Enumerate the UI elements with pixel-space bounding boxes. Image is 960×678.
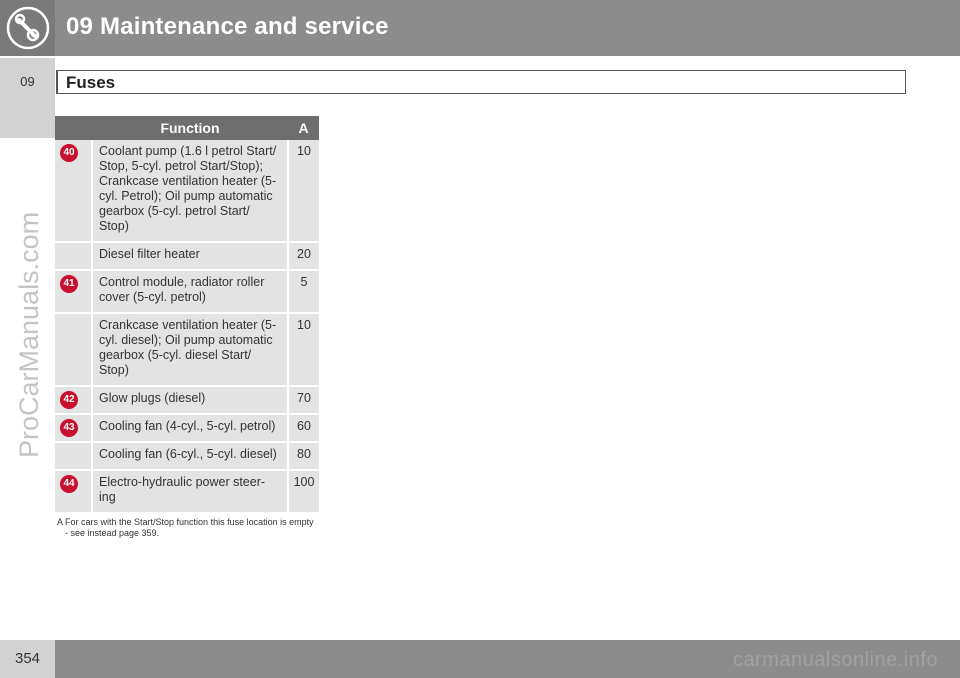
column-header-number: [55, 116, 92, 140]
fuse-function-cell: Cooling fan (4-cyl., 5-cyl. petrol): [91, 414, 288, 443]
section-title-bar: [56, 70, 906, 94]
chapter-icon-box: [0, 0, 55, 56]
fuse-number-cell: 44: [55, 470, 92, 514]
column-header-function: Function: [92, 116, 288, 140]
table-row: 42 Glow plugs (diesel) 70: [55, 386, 319, 415]
footnote-marker: A: [57, 517, 64, 527]
column-header-amperage: A: [288, 116, 319, 140]
fuse-number-badge: 44: [60, 475, 78, 493]
wrench-gear-icon: [6, 6, 50, 50]
table-footnote: A For cars with the Start/Stop function …: [57, 517, 317, 539]
table-row: 43 Cooling fan (4-cyl., 5-cyl. petrol) 6…: [55, 414, 319, 443]
table-row: 40 Coolant pump (1.6 l petrol Start/ Sto…: [55, 140, 319, 243]
fuse-number-badge: 43: [60, 419, 78, 437]
page-number-box: 354: [0, 640, 55, 678]
fuse-function-cell: Control module, radiator roller cover (5…: [91, 270, 288, 314]
chapter-tab-label: 09: [20, 74, 35, 89]
fuse-number-badge: 42: [60, 391, 78, 409]
table-row: Diesel filter heater 20: [55, 242, 319, 271]
fuse-amperage-cell: 70: [287, 386, 319, 415]
fuse-amperage-cell: 10: [287, 140, 319, 243]
page-number: 354: [14, 650, 41, 667]
table-header-row: Function A: [55, 116, 319, 140]
fuse-amperage-cell: 60: [287, 414, 319, 443]
footnote-text: For cars with the Start/Stop function th…: [65, 517, 314, 538]
section-title: Fuses: [66, 73, 116, 92]
fuse-number-badge: 41: [60, 275, 78, 293]
fuse-function-cell: Coolant pump (1.6 l petrol Start/ Stop, …: [91, 140, 288, 243]
table-row: 44 Electro-hydraulic power steer- ing 10…: [55, 470, 319, 514]
fuse-amperage-cell: 100: [287, 470, 319, 514]
fuse-function-cell: Cooling fan (6-cyl., 5-cyl. diesel): [91, 442, 288, 471]
fuse-number-cell: 43: [55, 414, 92, 443]
fuse-amperage-cell: 20: [287, 242, 319, 271]
chapter-header: 09 Maintenance and service: [0, 0, 960, 56]
fuse-number-cell: [55, 313, 92, 387]
fuse-number-cell: [55, 242, 92, 271]
fuse-function-cell: Glow plugs (diesel): [91, 386, 288, 415]
table-row: Cooling fan (6-cyl., 5-cyl. diesel) 80: [55, 442, 319, 471]
chapter-title: 09 Maintenance and service: [66, 13, 389, 40]
fuse-table: Function A 40 Coolant pump (1.6 l petrol…: [55, 116, 319, 514]
fuse-number-cell: [55, 442, 92, 471]
chapter-side-tab: [0, 58, 55, 138]
fuse-amperage-cell: 5: [287, 270, 319, 314]
fuse-number-cell: 40: [55, 140, 92, 243]
fuse-number-cell: 41: [55, 270, 92, 314]
fuse-function-cell: Diesel filter heater: [91, 242, 288, 271]
fuse-function-cell: Crankcase ventilation heater (5- cyl. di…: [91, 313, 288, 387]
page-footer: 354 carmanualsonline.info: [0, 640, 960, 678]
fuse-amperage-cell: 80: [287, 442, 319, 471]
fuse-function-cell: Electro-hydraulic power steer- ing: [91, 470, 288, 514]
fuse-number-cell: 42: [55, 386, 92, 415]
side-watermark: ProCarManuals.com: [14, 211, 44, 458]
table-row: 41 Control module, radiator roller cover…: [55, 270, 319, 314]
fuse-amperage-cell: 10: [287, 313, 319, 387]
table-row: Crankcase ventilation heater (5- cyl. di…: [55, 313, 319, 387]
footer-watermark: carmanualsonline.info: [732, 649, 938, 671]
fuse-number-badge: 40: [60, 144, 78, 162]
